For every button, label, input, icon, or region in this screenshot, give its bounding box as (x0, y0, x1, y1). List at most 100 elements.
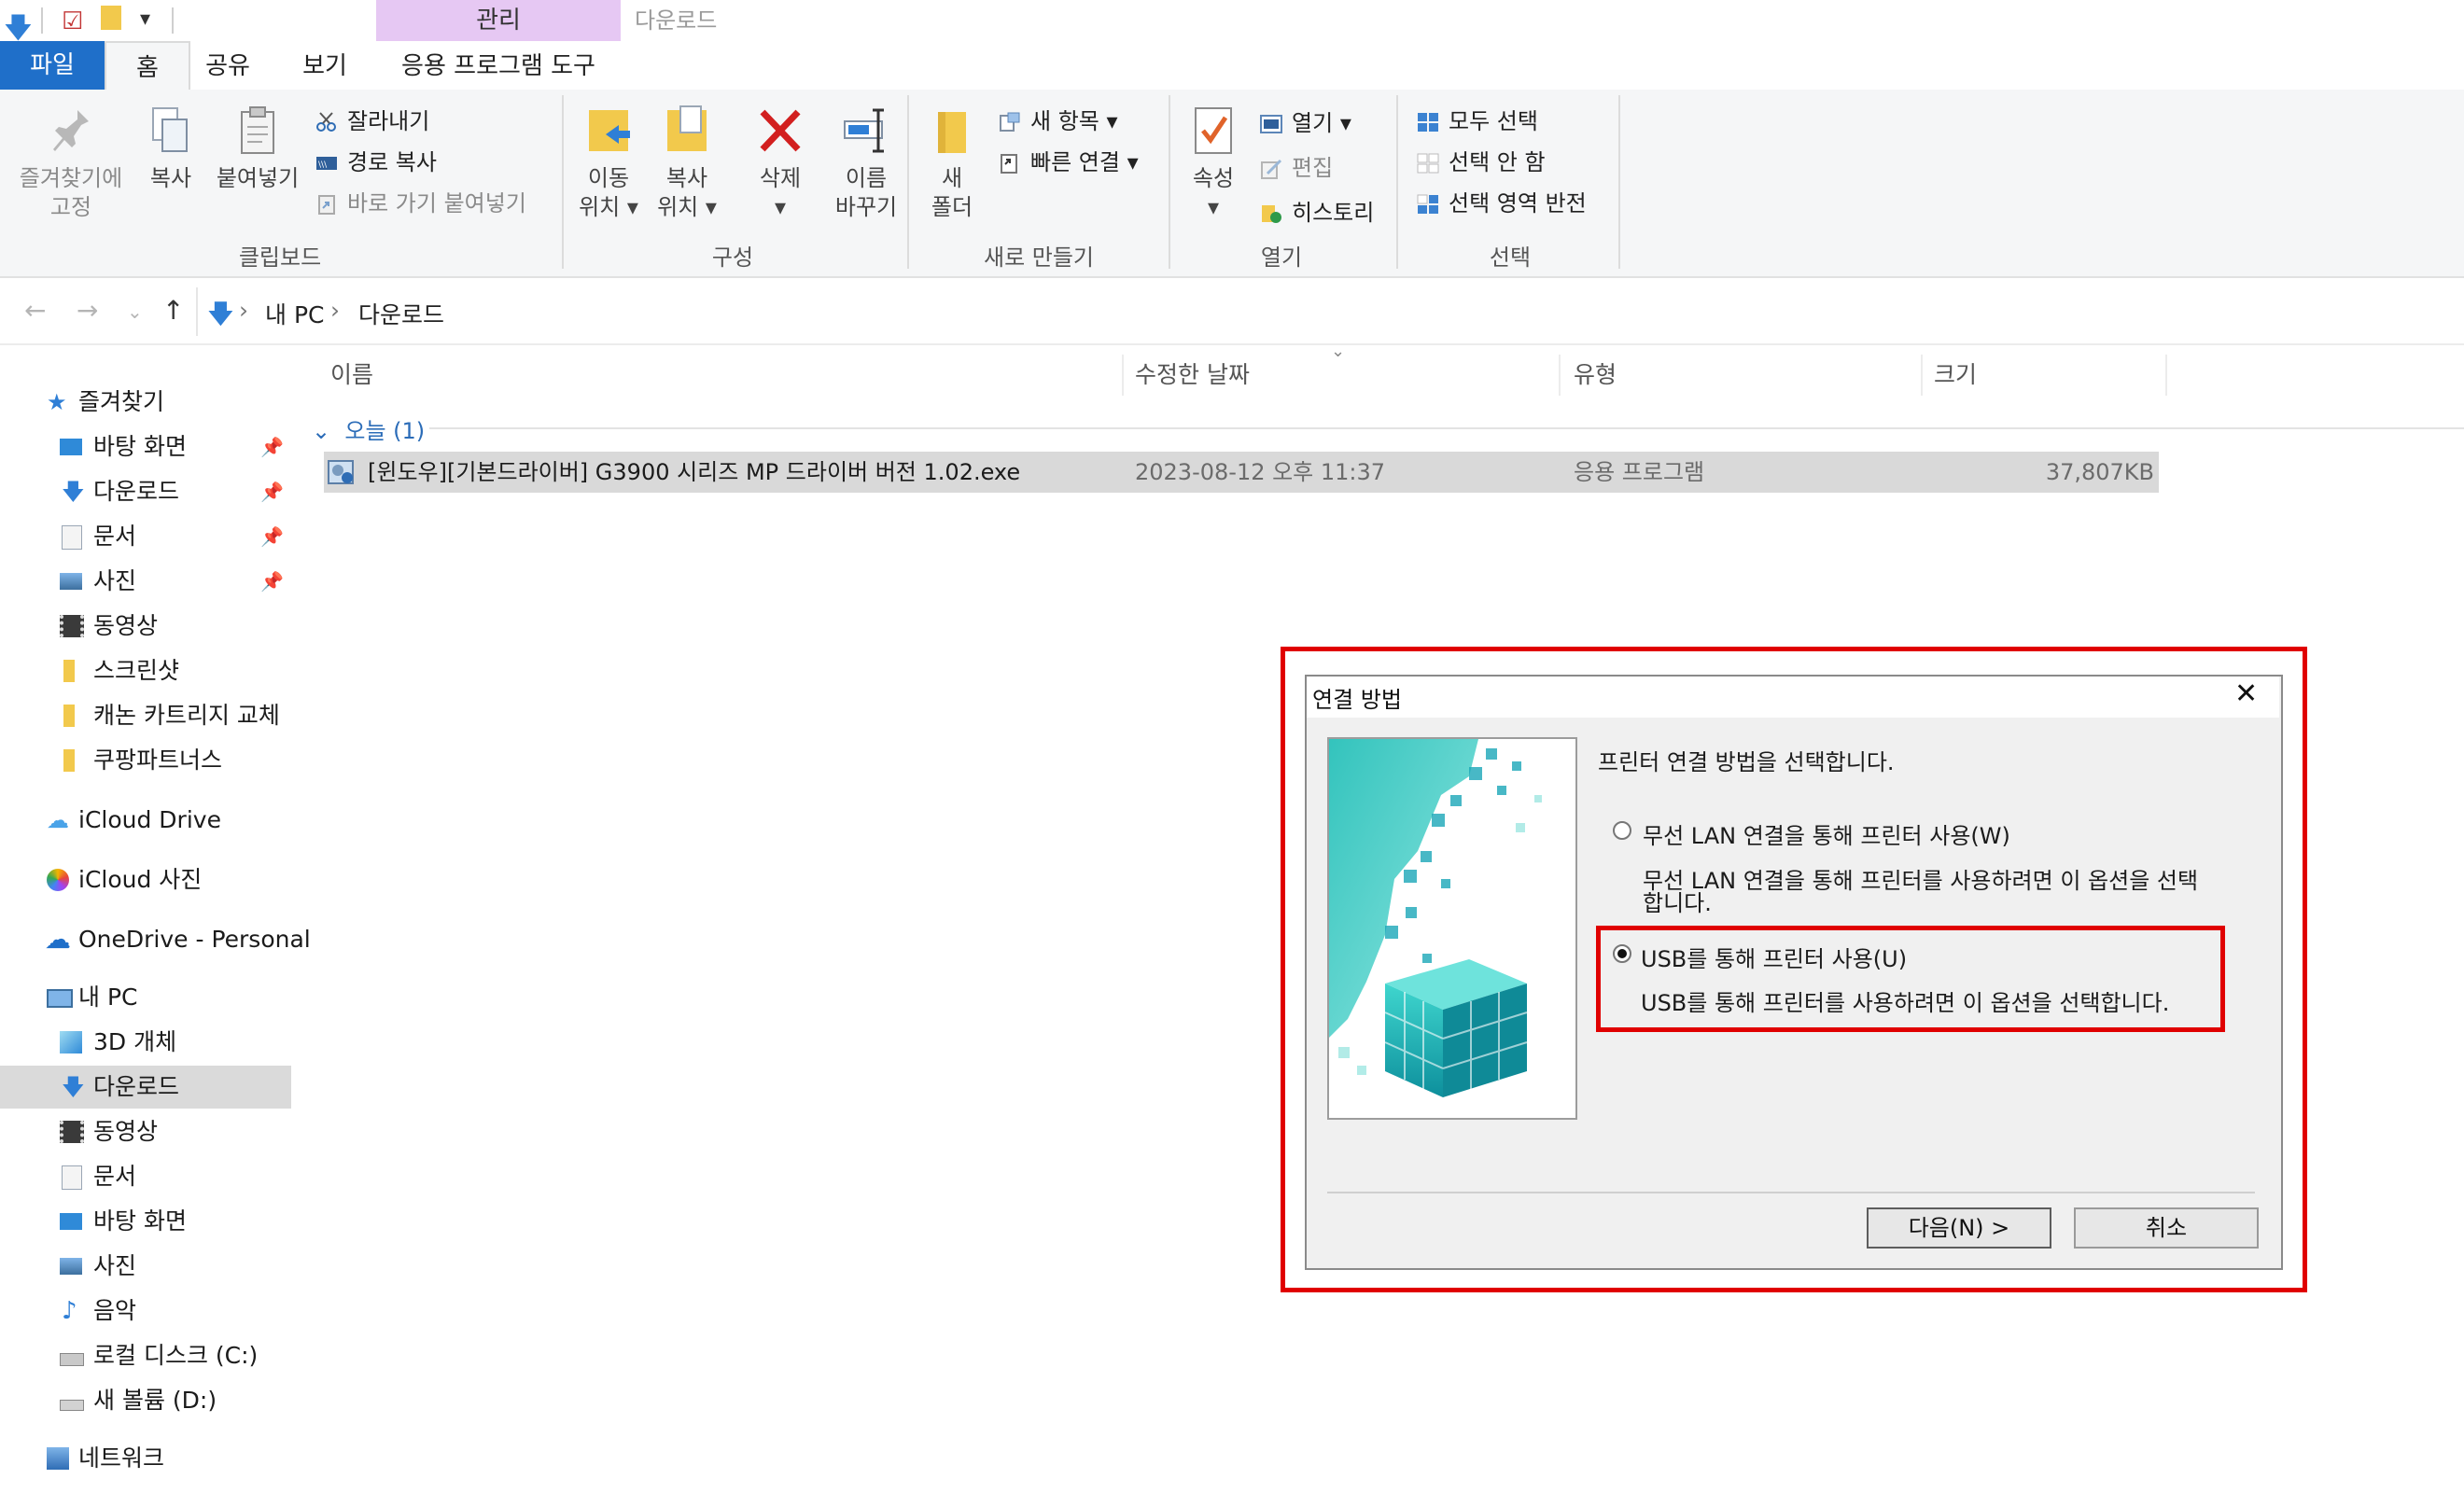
easy-access-icon (999, 153, 1021, 174)
tab-share[interactable]: 공유 (187, 41, 269, 90)
delete-button[interactable]: 삭제 ▾ (739, 105, 821, 222)
forward-arrow-icon[interactable]: → (77, 295, 98, 326)
pin-icon[interactable]: 📌 (260, 426, 284, 468)
sidebar-item-local-disk-c[interactable]: 로컬 디스크 (C:) (0, 1334, 291, 1377)
breadcrumb-chevron-icon[interactable]: › (330, 297, 340, 324)
open-button[interactable]: 열기 ▾ (1260, 105, 1351, 137)
new-folder-icon[interactable] (101, 6, 121, 30)
copy-button[interactable]: 복사 (138, 105, 203, 193)
option-wlan-label[interactable]: 무선 LAN 연결을 통해 프린터 사용(W) (1643, 817, 2010, 850)
sidebar-item-icloud-drive[interactable]: ☁ iCloud Drive (0, 799, 291, 842)
copy-to-button[interactable]: 복사 위치 ▾ (650, 105, 724, 222)
breadcrumb-downloads[interactable]: 다운로드 (358, 297, 444, 330)
paste-clipboard-icon (234, 105, 281, 157)
installer-exe-icon (327, 457, 357, 487)
pin-icon[interactable]: 📌 (260, 470, 284, 513)
pin-to-quick-access-button[interactable]: 즐겨찾기에 고정 (7, 105, 134, 222)
sidebar-item-onedrive[interactable]: ☁ OneDrive - Personal (0, 918, 311, 961)
column-header-modified[interactable]: 수정한 날짜 (1135, 355, 1250, 396)
invert-selection-button[interactable]: 선택 영역 반전 (1417, 185, 1587, 217)
sidebar-item-videos-pc[interactable]: 동영상 (0, 1110, 291, 1153)
desktop-icon (60, 439, 82, 455)
easy-access-button[interactable]: 빠른 연결 ▾ (999, 144, 1139, 176)
paste-button[interactable]: 붙여넣기 (209, 105, 306, 193)
back-arrow-icon[interactable]: ← (24, 295, 46, 326)
sidebar-item-pictures[interactable]: 사진 📌 (0, 560, 291, 603)
film-strip-icon (60, 1121, 84, 1143)
column-header-name[interactable]: 이름 (330, 355, 373, 396)
column-separator[interactable] (1122, 355, 1124, 396)
move-to-button[interactable]: 이동 위치 ▾ (571, 105, 646, 222)
tab-file[interactable]: 파일 (0, 41, 105, 90)
pin-icon[interactable]: 📌 (260, 560, 284, 603)
option-usb-description: USB를 통해 프린터를 사용하려면 이 옵션을 선택합니다. (1641, 990, 2170, 1016)
pin-icon[interactable]: 📌 (260, 515, 284, 558)
radio-wlan[interactable] (1613, 821, 1631, 840)
tab-view[interactable]: 보기 (278, 41, 371, 90)
option-usb-label[interactable]: USB를 통해 프린터 사용(U) (1641, 941, 1907, 973)
recent-locations-chevron-icon[interactable]: ⌄ (127, 300, 143, 323)
tab-home[interactable]: 홈 (105, 41, 190, 91)
up-arrow-icon[interactable]: ↑ (162, 295, 184, 326)
properties-check-icon[interactable]: ☑ (62, 7, 83, 35)
column-header-size[interactable]: 크기 (1934, 355, 1977, 396)
sidebar-item-coupang[interactable]: 쿠팡파트너스 (0, 739, 291, 782)
breadcrumb-this-pc[interactable]: 내 PC (265, 297, 324, 330)
sidebar-item-icloud-photos[interactable]: iCloud 사진 (0, 858, 291, 901)
sidebar-item-desktop-pc[interactable]: 바탕 화면 (0, 1200, 291, 1243)
dropdown-chevron-icon: ▾ (1339, 110, 1351, 136)
cut-button[interactable]: 잘라내기 (315, 103, 429, 135)
next-button[interactable]: 다음(N) > (1867, 1207, 2051, 1249)
address-bar[interactable] (196, 287, 2464, 336)
sidebar-item-documents[interactable]: 문서 📌 (0, 515, 291, 558)
group-divider (429, 427, 2464, 429)
select-all-button[interactable]: 모두 선택 (1417, 103, 1538, 135)
history-icon (1260, 203, 1282, 224)
option-wlan-description-line2: 합니다. (1643, 890, 1712, 916)
dropdown-chevron-icon: ▾ (705, 194, 717, 220)
column-separator[interactable] (1921, 355, 1923, 396)
sidebar-item-screenshots[interactable]: 스크린샷 (0, 649, 291, 692)
breadcrumb-chevron-icon[interactable]: › (239, 297, 248, 324)
radio-usb[interactable] (1613, 944, 1631, 963)
select-none-button[interactable]: 선택 안 함 (1417, 144, 1546, 176)
tab-application-tools[interactable]: 응용 프로그램 도구 (376, 41, 621, 90)
close-icon[interactable]: ✕ (2234, 677, 2258, 710)
sidebar-item-pictures-pc[interactable]: 사진 (0, 1245, 291, 1288)
sidebar-item-network[interactable]: 네트워크 (0, 1437, 291, 1480)
sidebar-item-downloads[interactable]: 🡇 다운로드 📌 (0, 470, 291, 513)
sidebar-item-volume-d[interactable]: 새 볼륨 (D:) (0, 1379, 291, 1422)
column-separator[interactable] (2165, 355, 2167, 396)
hard-drive-icon (60, 1400, 84, 1411)
computer-icon (47, 989, 73, 1008)
dialog-prompt: 프린터 연결 방법을 선택합니다. (1598, 749, 1895, 775)
new-item-button[interactable]: 새 항목 ▾ (999, 103, 1118, 135)
history-button[interactable]: 히스토리 (1260, 194, 1374, 227)
file-name[interactable]: [윈도우][기본드라이버] G3900 시리즈 MP 드라이버 버전 1.02.… (368, 452, 1020, 493)
qat-customize-chevron-icon[interactable]: ▾ (140, 7, 150, 31)
sidebar-item-3d-objects[interactable]: 3D 개체 (0, 1021, 291, 1064)
sidebar-item-canon-cartridge[interactable]: 캐논 카트리지 교체 (0, 694, 291, 737)
sidebar-item-videos[interactable]: 동영상 (0, 605, 291, 648)
sidebar-item-desktop[interactable]: 바탕 화면 📌 (0, 426, 291, 468)
cancel-button[interactable]: 취소 (2074, 1207, 2259, 1249)
column-header-type[interactable]: 유형 (1574, 355, 1617, 396)
group-header-today[interactable]: ⌄ 오늘 (1) (312, 412, 425, 445)
sidebar-item-documents-pc[interactable]: 문서 (0, 1155, 291, 1198)
copy-path-button[interactable]: \\\ 경로 복사 (315, 144, 437, 176)
rename-icon (843, 105, 889, 157)
edit-button[interactable]: 편집 (1260, 149, 1333, 182)
sidebar-item-quick-access[interactable]: ★ 즐겨찾기 (0, 381, 291, 424)
contextual-tab-manage[interactable]: 관리 (376, 0, 621, 41)
sidebar-item-this-pc[interactable]: 내 PC (0, 976, 291, 1019)
properties-button[interactable]: 속성 ▾ (1178, 105, 1249, 222)
copy-to-folder-icon (664, 105, 710, 157)
rename-button[interactable]: 이름 바꾸기 (819, 105, 913, 222)
sidebar-item-downloads-selected[interactable]: 🡇 다운로드 (0, 1066, 291, 1109)
desktop-icon (60, 1213, 82, 1230)
sidebar-item-music[interactable]: ♪ 음악 (0, 1290, 291, 1333)
radio-circle-icon (1613, 821, 1631, 840)
paste-shortcut-button[interactable]: 바로 가기 붙여넣기 (315, 185, 526, 217)
column-separator[interactable] (1559, 355, 1561, 396)
new-folder-button[interactable]: 새 폴더 (918, 105, 986, 222)
